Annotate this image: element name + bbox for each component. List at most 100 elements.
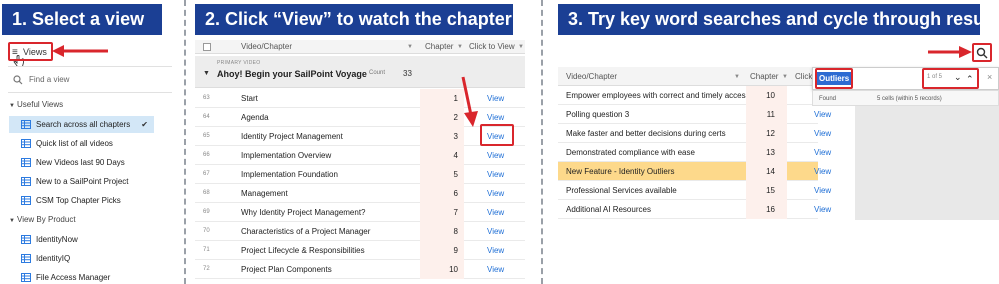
sidebar-divider-2 xyxy=(8,92,172,93)
view-item-search-across[interactable]: Search across all chapters ✔ xyxy=(9,116,154,133)
table-row[interactable]: Additional AI Resources 16 View xyxy=(558,200,831,219)
section-useful-views[interactable]: ▼ Useful Views xyxy=(9,98,63,112)
row-number: 64 xyxy=(203,114,210,120)
view-link[interactable]: View xyxy=(814,181,831,200)
row-chapter: 15 xyxy=(746,181,787,200)
view-item-new-to-sailpoint[interactable]: New to a SailPoint Project xyxy=(9,173,154,190)
header-caret-icon: ▼ xyxy=(734,74,740,80)
close-search-icon[interactable]: × xyxy=(987,72,992,82)
row-chapter: 2 xyxy=(420,108,464,127)
row-chapter: 6 xyxy=(420,184,464,203)
row-title: Project Plan Components xyxy=(241,265,332,274)
view-link[interactable]: View xyxy=(487,203,504,222)
search-results-summary: Found 5 cells (within 5 records) xyxy=(812,90,999,106)
row-chapter: 14 xyxy=(746,162,787,181)
view-item-new-videos[interactable]: New Videos last 90 Days xyxy=(9,154,154,171)
row-chapter: 9 xyxy=(420,241,464,260)
view-item-label: Search across all chapters xyxy=(36,120,131,129)
table-row[interactable]: 68 Management 6 View xyxy=(195,184,525,203)
table-row[interactable]: 67 Implementation Foundation 5 View xyxy=(195,165,525,184)
view-link[interactable]: View xyxy=(487,89,504,108)
row-number: 63 xyxy=(203,95,210,101)
view-link[interactable]: View xyxy=(487,241,504,260)
view-link[interactable]: View xyxy=(487,184,504,203)
row-chapter: 4 xyxy=(420,146,464,165)
group-count: 33 xyxy=(403,69,412,78)
grid-view-icon xyxy=(21,254,31,263)
view-item-identitynow[interactable]: IdentityNow xyxy=(9,231,154,248)
header-chapter[interactable]: Chapter xyxy=(425,40,453,54)
view-link[interactable]: View xyxy=(487,222,504,241)
table-row[interactable]: 71 Project Lifecycle & Responsibilities 9 V… xyxy=(195,241,525,260)
view-link-highlight-box xyxy=(480,124,514,146)
view-link[interactable]: View xyxy=(814,105,831,124)
row-chapter: 16 xyxy=(746,200,787,219)
view-item-quick-list[interactable]: Quick list of all videos xyxy=(9,135,154,152)
row-title: Implementation Overview xyxy=(241,151,332,160)
view-item-label: New to a SailPoint Project xyxy=(36,177,129,186)
header-video-chapter[interactable]: Video/Chapter xyxy=(241,40,292,54)
row-title: Polling question 3 xyxy=(566,110,630,119)
header-chapter[interactable]: Chapter xyxy=(750,70,778,84)
view-link[interactable]: View xyxy=(487,260,504,279)
view-link[interactable]: View xyxy=(814,162,831,181)
view-item-label: File Access Manager xyxy=(36,273,111,282)
table-row[interactable]: Demonstrated compliance with ease 13 View xyxy=(558,143,831,162)
result-nav-highlight-box xyxy=(922,68,979,89)
red-arrow-down-icon xyxy=(461,76,478,127)
header-caret-icon: ▼ xyxy=(407,44,413,50)
table-row[interactable]: Polling question 3 11 View xyxy=(558,105,831,124)
view-item-csm-picks[interactable]: CSM Top Chapter Picks xyxy=(9,192,154,209)
row-chapter: 10 xyxy=(420,260,464,279)
view-link[interactable]: View xyxy=(814,143,831,162)
table-row[interactable]: 65 Identity Project Management 3 View xyxy=(195,127,525,146)
views-highlight-box xyxy=(8,42,53,61)
grid-view-icon xyxy=(21,139,31,148)
row-chapter: 7 xyxy=(420,203,464,222)
grid-view-icon xyxy=(21,235,31,244)
table-row[interactable]: 70 Characteristics of a Project Manager 8 V… xyxy=(195,222,525,241)
step-2-panel: 2. Click “View” to watch the chapter Vid… xyxy=(195,0,525,284)
row-title: Demonstrated compliance with ease xyxy=(566,148,695,157)
row-number: 66 xyxy=(203,152,210,158)
step-1-panel: 1. Select a view ≡ Views Find a view ▼ Use… xyxy=(0,0,180,284)
row-number: 70 xyxy=(203,228,210,234)
panel-separator-1 xyxy=(184,0,186,284)
table-header: Video/Chapter ▼ Chapter ▼ Click to View … xyxy=(195,40,525,54)
table-row-highlighted[interactable]: New Feature - Identity Outliers 14 View xyxy=(558,162,831,181)
row-title: Empower employees with correct and timel… xyxy=(566,91,750,100)
table-row[interactable]: 66 Implementation Overview 4 View xyxy=(195,146,525,165)
row-chapter: 13 xyxy=(746,143,787,162)
table-row[interactable]: Empower employees with correct and timel… xyxy=(558,86,818,105)
step-3-panel: 3. Try key word searches and cycle throu… xyxy=(558,0,999,284)
header-click-to-view[interactable]: Click to View xyxy=(469,40,515,54)
find-view-input[interactable]: Find a view xyxy=(13,73,69,87)
group-count-label: Count xyxy=(369,70,386,76)
row-title: Professional Services available xyxy=(566,186,677,195)
view-item-label: Quick list of all videos xyxy=(36,139,113,148)
header-video-chapter[interactable]: Video/Chapter xyxy=(566,70,617,84)
select-all-checkbox[interactable] xyxy=(203,43,211,51)
find-view-placeholder: Find a view xyxy=(29,75,70,84)
view-link[interactable]: View xyxy=(814,124,831,143)
red-arrow-left-icon xyxy=(52,45,108,57)
table-row[interactable]: Professional Services available 15 View xyxy=(558,181,831,200)
sidebar-divider xyxy=(8,66,172,67)
caret-down-icon[interactable]: ▼ xyxy=(203,70,210,77)
table-row[interactable]: 72 Project Plan Components 10 View xyxy=(195,260,525,279)
row-title: Implementation Foundation xyxy=(241,170,338,179)
group-tag: PRIMARY VIDEO xyxy=(217,60,261,66)
table-row[interactable]: 69 Why Identity Project Management? 7 View xyxy=(195,203,525,222)
view-link[interactable]: View xyxy=(814,200,831,219)
group-title: Ahoy! Begin your SailPoint Voyage xyxy=(217,69,367,79)
view-link[interactable]: View xyxy=(487,165,504,184)
view-item-identityiq[interactable]: IdentityIQ xyxy=(9,250,154,267)
table-row[interactable]: Make faster and better decisions during … xyxy=(558,124,831,143)
grid-view-icon xyxy=(21,196,31,205)
table-empty-area xyxy=(855,106,999,220)
section-view-by-product[interactable]: ▼ View By Product xyxy=(9,213,76,227)
view-item-file-access-manager[interactable]: File Access Manager xyxy=(9,269,154,284)
search-icon[interactable] xyxy=(976,47,988,59)
row-title: Management xyxy=(241,189,288,198)
view-link[interactable]: View xyxy=(487,146,504,165)
